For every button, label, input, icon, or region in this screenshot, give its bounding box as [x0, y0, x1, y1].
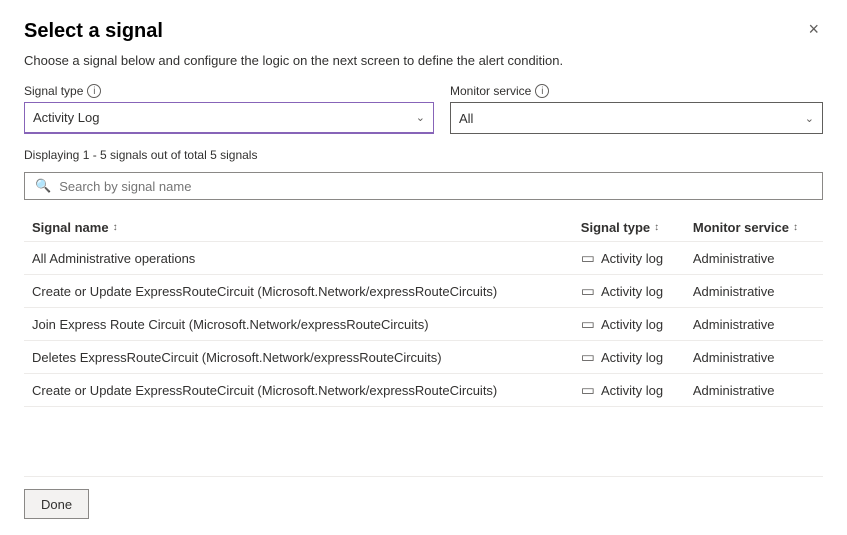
chevron-down-icon: ⌄	[805, 112, 814, 125]
activity-log-icon: ▭	[581, 348, 595, 366]
dialog-title: Select a signal	[24, 20, 163, 43]
dialog-header: Select a signal ×	[24, 20, 823, 43]
signal-type-cell: ▭Activity log	[573, 308, 685, 341]
activity-log-icon: ▭	[581, 282, 595, 300]
sort-icon[interactable]: ↕	[654, 222, 659, 233]
monitor-service-label: Monitor service i	[450, 84, 823, 98]
monitor-service-cell: Administrative	[685, 242, 823, 275]
signal-name-cell[interactable]: All Administrative operations	[24, 242, 573, 275]
monitor-service-group: Monitor service i All ⌄	[450, 84, 823, 134]
signals-table: Signal name ↕ Signal type ↕ Monitor serv…	[24, 214, 823, 407]
monitor-service-info-icon[interactable]: i	[535, 84, 549, 98]
signal-type-cell: ▭Activity log	[573, 275, 685, 308]
search-icon: 🔍	[35, 178, 51, 194]
table-row: Join Express Route Circuit (Microsoft.Ne…	[24, 308, 823, 341]
signal-name-cell[interactable]: Deletes ExpressRouteCircuit (Microsoft.N…	[24, 341, 573, 374]
col-monitor-service: Monitor service ↕	[685, 214, 823, 242]
table-row: Deletes ExpressRouteCircuit (Microsoft.N…	[24, 341, 823, 374]
monitor-service-cell: Administrative	[685, 341, 823, 374]
done-button[interactable]: Done	[24, 489, 89, 519]
close-button[interactable]: ×	[804, 20, 823, 38]
col-signal-name: Signal name ↕	[24, 214, 573, 242]
chevron-down-icon: ⌄	[416, 111, 425, 124]
subtitle: Choose a signal below and configure the …	[24, 53, 823, 68]
table-header: Signal name ↕ Signal type ↕ Monitor serv…	[24, 214, 823, 242]
signal-type-cell: ▭Activity log	[573, 341, 685, 374]
form-row: Signal type i Activity Log ⌄ Monitor ser…	[24, 84, 823, 134]
table-row: Create or Update ExpressRouteCircuit (Mi…	[24, 275, 823, 308]
signal-name-cell[interactable]: Create or Update ExpressRouteCircuit (Mi…	[24, 374, 573, 407]
signal-type-cell: ▭Activity log	[573, 374, 685, 407]
signal-name-cell[interactable]: Join Express Route Circuit (Microsoft.Ne…	[24, 308, 573, 341]
activity-log-icon: ▭	[581, 381, 595, 399]
signal-type-label: Signal type i	[24, 84, 434, 98]
signal-type-group: Signal type i Activity Log ⌄	[24, 84, 434, 134]
signal-type-info-icon[interactable]: i	[87, 84, 101, 98]
select-signal-dialog: Select a signal × Choose a signal below …	[0, 0, 847, 535]
monitor-service-cell: Administrative	[685, 308, 823, 341]
monitor-service-cell: Administrative	[685, 374, 823, 407]
search-input[interactable]	[59, 179, 812, 194]
table-row: All Administrative operations▭Activity l…	[24, 242, 823, 275]
search-box: 🔍	[24, 172, 823, 200]
count-text: Displaying 1 - 5 signals out of total 5 …	[24, 148, 823, 162]
signal-type-cell: ▭Activity log	[573, 242, 685, 275]
table-row: Create or Update ExpressRouteCircuit (Mi…	[24, 374, 823, 407]
activity-log-icon: ▭	[581, 249, 595, 267]
col-signal-type: Signal type ↕	[573, 214, 685, 242]
signal-type-select[interactable]: Activity Log ⌄	[24, 102, 434, 134]
sort-icon[interactable]: ↕	[793, 222, 798, 233]
monitor-service-select[interactable]: All ⌄	[450, 102, 823, 134]
signal-name-cell[interactable]: Create or Update ExpressRouteCircuit (Mi…	[24, 275, 573, 308]
monitor-service-cell: Administrative	[685, 275, 823, 308]
dialog-footer: Done	[24, 476, 823, 519]
table-body: All Administrative operations▭Activity l…	[24, 242, 823, 407]
sort-icon[interactable]: ↕	[113, 222, 118, 233]
activity-log-icon: ▭	[581, 315, 595, 333]
